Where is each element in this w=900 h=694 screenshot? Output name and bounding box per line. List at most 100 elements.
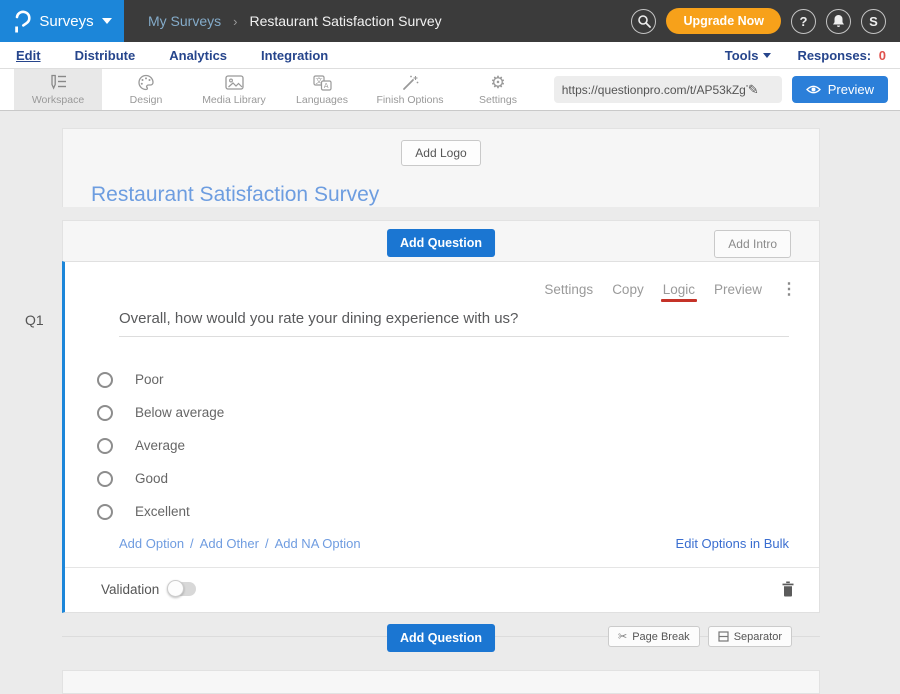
breadcrumb-current-survey: Restaurant Satisfaction Survey — [249, 13, 441, 29]
radio-button[interactable] — [97, 372, 113, 388]
radio-button[interactable] — [97, 471, 113, 487]
toolbar-tab-label: Finish Options — [376, 94, 443, 106]
preview-button[interactable]: Preview — [792, 76, 888, 103]
survey-container: Add Logo Restaurant Satisfaction Survey … — [62, 128, 820, 694]
toolbar-right: ✎ Preview — [554, 69, 888, 110]
responses-counter: Responses: 0 — [797, 48, 886, 63]
separator-icon — [718, 631, 729, 642]
question-text[interactable]: Overall, how would you rate your dining … — [119, 310, 789, 337]
option-row: Average — [97, 429, 819, 462]
survey-url-input[interactable] — [562, 83, 748, 97]
toolbar-tab-design[interactable]: Design — [102, 69, 190, 110]
add-other-link[interactable]: Add Other — [200, 536, 259, 551]
scissors-icon: ✂ — [618, 630, 627, 643]
answer-options-list: Poor Below average Average Good Excellen… — [97, 363, 819, 528]
separator-label: Separator — [734, 631, 782, 643]
radio-button[interactable] — [97, 438, 113, 454]
option-actions-row: Add Option / Add Other / Add NA Option E… — [119, 536, 789, 551]
add-intro-button[interactable]: Add Intro — [714, 230, 791, 258]
option-label[interactable]: Excellent — [135, 504, 190, 519]
upgrade-now-button[interactable]: Upgrade Now — [666, 8, 781, 34]
option-row: Below average — [97, 396, 819, 429]
product-name: Surveys — [39, 13, 93, 30]
link-separator: / — [265, 536, 269, 551]
svg-text:A: A — [323, 82, 328, 90]
option-label[interactable]: Average — [135, 438, 185, 453]
radio-button[interactable] — [97, 504, 113, 520]
question-preview-link[interactable]: Preview — [714, 282, 762, 297]
question-settings-link[interactable]: Settings — [544, 282, 593, 297]
help-icon: ? — [800, 14, 808, 29]
option-row: Poor — [97, 363, 819, 396]
toolbar-tab-languages[interactable]: 文 A Languages — [278, 69, 366, 110]
responses-count: 0 — [879, 48, 886, 63]
toolbar-tabs: Workspace Design — [14, 69, 542, 110]
toolbar-tab-label: Workspace — [32, 94, 84, 106]
avatar[interactable]: S — [861, 9, 886, 34]
option-label[interactable]: Good — [135, 471, 168, 486]
chevron-down-icon — [763, 53, 771, 58]
trash-icon — [781, 581, 795, 597]
palette-icon — [137, 74, 155, 92]
survey-title[interactable]: Restaurant Satisfaction Survey — [91, 183, 819, 207]
translate-icon: 文 A — [313, 74, 332, 92]
add-question-button-top[interactable]: Add Question — [387, 229, 495, 257]
questionpro-logo-icon — [12, 9, 31, 33]
edit-options-in-bulk-link[interactable]: Edit Options in Bulk — [676, 536, 789, 551]
bell-icon — [832, 14, 845, 28]
question-card: Q1 Settings Copy Logic Preview ⋮ Overall… — [62, 261, 820, 613]
option-label[interactable]: Poor — [135, 372, 164, 387]
logic-red-underline-annotation — [661, 299, 697, 302]
separator-button[interactable]: Separator — [708, 626, 792, 647]
question-logic-link[interactable]: Logic — [663, 282, 695, 297]
validation-row: Validation — [65, 568, 819, 612]
gear-icon: ⚙ — [490, 74, 505, 92]
tab-distribute[interactable]: Distribute — [75, 48, 136, 63]
avatar-initial: S — [869, 14, 878, 29]
survey-nav-bar: Edit Distribute Analytics Integration To… — [0, 42, 900, 69]
add-question-button-bottom[interactable]: Add Question — [387, 624, 495, 652]
tab-edit[interactable]: Edit — [16, 48, 41, 63]
option-row: Good — [97, 462, 819, 495]
delete-question-button[interactable] — [781, 581, 795, 597]
workspace-icon — [48, 74, 68, 92]
top-header: Surveys My Surveys › Restaurant Satisfac… — [0, 0, 900, 42]
link-separator: / — [190, 536, 194, 551]
add-na-option-link[interactable]: Add NA Option — [275, 536, 361, 551]
toolbar-tab-workspace[interactable]: Workspace — [14, 69, 102, 110]
toolbar-tab-media-library[interactable]: Media Library — [190, 69, 278, 110]
toolbar-tab-finish-options[interactable]: Finish Options — [366, 69, 454, 110]
tab-integration[interactable]: Integration — [261, 48, 328, 63]
radio-button[interactable] — [97, 405, 113, 421]
next-section-stub — [62, 670, 820, 694]
add-option-link[interactable]: Add Option — [119, 536, 184, 551]
editor-toolbar: Workspace Design — [0, 69, 900, 111]
validation-toggle[interactable] — [168, 582, 196, 596]
toolbar-tab-label: Design — [130, 94, 163, 106]
kebab-menu-icon[interactable]: ⋮ — [781, 279, 797, 299]
option-label[interactable]: Below average — [135, 405, 224, 420]
toolbar-tab-label: Media Library — [202, 94, 266, 106]
edit-url-pencil-icon[interactable]: ✎ — [748, 82, 759, 98]
survey-header-section: Add Logo Restaurant Satisfaction Survey — [62, 128, 820, 207]
surveys-product-menu[interactable]: Surveys — [0, 0, 124, 42]
breadcrumb: My Surveys › Restaurant Satisfaction Sur… — [148, 13, 442, 29]
toolbar-tab-label: Languages — [296, 94, 348, 106]
add-logo-button[interactable]: Add Logo — [401, 140, 480, 166]
breadcrumb-my-surveys[interactable]: My Surveys — [148, 13, 221, 29]
page-break-button[interactable]: ✂ Page Break — [608, 626, 700, 647]
wand-icon — [401, 74, 419, 92]
question-copy-link[interactable]: Copy — [612, 282, 644, 297]
tools-dropdown[interactable]: Tools — [725, 48, 772, 63]
tab-analytics[interactable]: Analytics — [169, 48, 227, 63]
bottom-add-band: Add Question ✂ Page Break Separator — [62, 613, 820, 660]
notifications-button[interactable] — [826, 9, 851, 34]
responses-label: Responses: — [797, 48, 871, 63]
help-button[interactable]: ? — [791, 9, 816, 34]
toolbar-tab-settings[interactable]: ⚙ Settings — [454, 69, 542, 110]
preview-label: Preview — [828, 82, 874, 97]
question-menu: Settings Copy Logic Preview ⋮ — [544, 279, 797, 299]
survey-url-box: ✎ — [554, 76, 782, 103]
search-button[interactable] — [631, 9, 656, 34]
option-row: Excellent — [97, 495, 819, 528]
